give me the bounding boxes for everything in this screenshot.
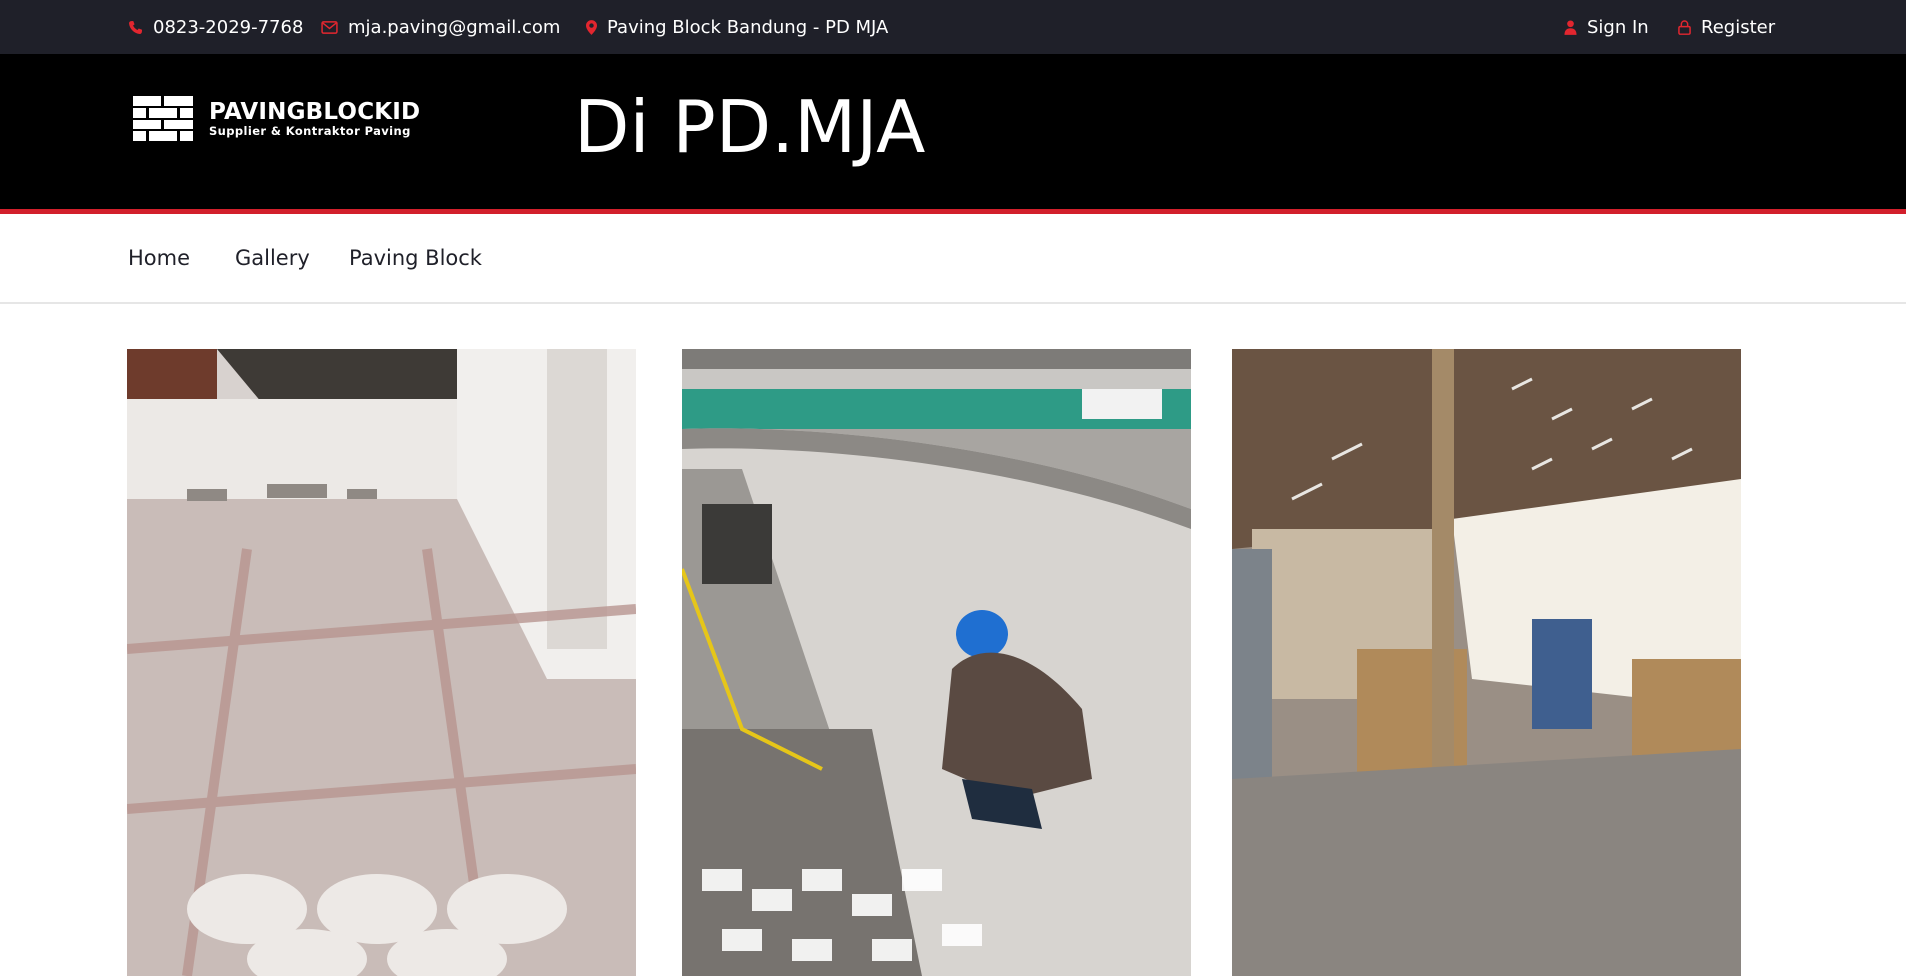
main-nav: Home Gallery Paving Block bbox=[0, 214, 1906, 304]
page-title: Di PD.MJA bbox=[574, 85, 926, 169]
site-logo[interactable]: PAVINGBLOCKID Supplier & Kontraktor Pavi… bbox=[133, 96, 420, 141]
email-address: mja.paving@gmail.com bbox=[348, 16, 561, 38]
sign-in-link[interactable]: Sign In bbox=[1564, 0, 1649, 54]
email-contact[interactable]: mja.paving@gmail.com bbox=[321, 0, 560, 54]
brick-logo-icon bbox=[133, 96, 193, 141]
location-contact[interactable]: Paving Block Bandung - PD MJA bbox=[586, 0, 888, 54]
phone-number: 0823-2029-7768 bbox=[153, 16, 304, 38]
logo-subtitle: Supplier & Kontraktor Paving bbox=[209, 123, 411, 138]
phone-icon bbox=[128, 20, 143, 35]
top-contact-bar: 0823-2029-7768 mja.paving@gmail.com Pavi… bbox=[0, 0, 1906, 54]
nav-item-paving-block[interactable]: Paving Block bbox=[349, 214, 482, 302]
user-icon bbox=[1564, 19, 1577, 35]
gallery-photo-warehouse[interactable] bbox=[1232, 349, 1741, 976]
map-marker-icon bbox=[586, 19, 597, 35]
paving-warehouse-photo bbox=[1232, 349, 1741, 976]
sign-in-label: Sign In bbox=[1587, 16, 1649, 38]
nav-item-home[interactable]: Home bbox=[128, 214, 190, 302]
phone-contact[interactable]: 0823-2029-7768 bbox=[128, 0, 303, 54]
location-text: Paving Block Bandung - PD MJA bbox=[607, 16, 889, 38]
logo-text: PAVINGBLOCKID Supplier & Kontraktor Pavi… bbox=[209, 100, 420, 138]
lock-icon bbox=[1678, 19, 1691, 35]
register-label: Register bbox=[1701, 16, 1776, 38]
paving-worker-photo bbox=[682, 349, 1191, 976]
nav-item-gallery[interactable]: Gallery bbox=[235, 214, 310, 302]
register-link[interactable]: Register bbox=[1678, 0, 1775, 54]
envelope-icon bbox=[321, 20, 338, 34]
logo-title: PAVINGBLOCKID bbox=[209, 98, 421, 125]
paved-courtyard-photo bbox=[127, 349, 636, 976]
gallery-photo-worker[interactable] bbox=[682, 349, 1191, 976]
gallery-photo-courtyard[interactable] bbox=[127, 349, 636, 976]
